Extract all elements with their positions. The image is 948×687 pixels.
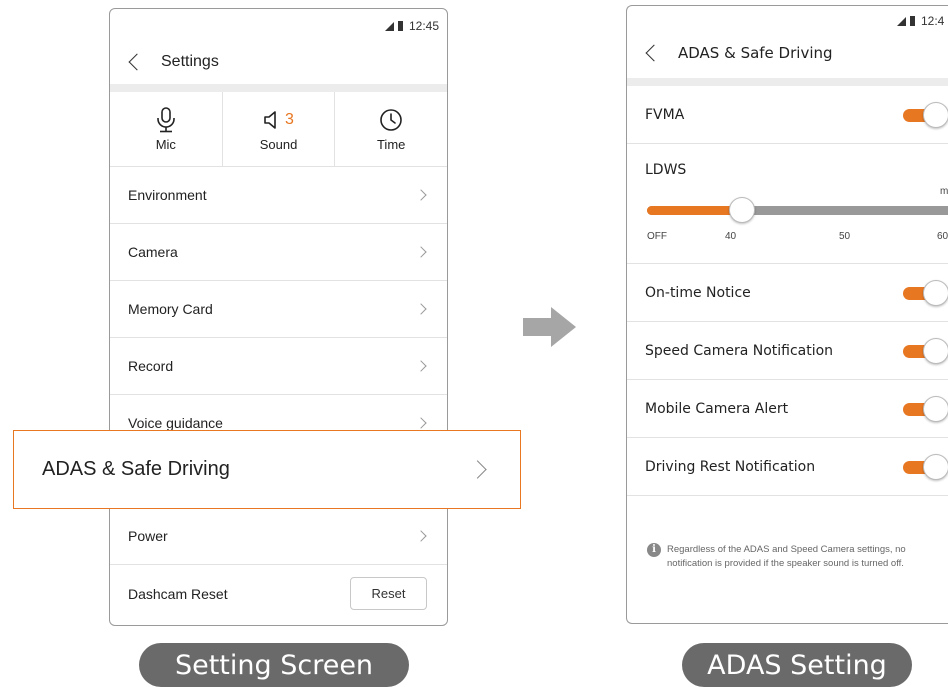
quick-time[interactable]: Time bbox=[335, 92, 447, 166]
info-note: i Regardless of the ADAS and Speed Camer… bbox=[647, 543, 947, 571]
chevron-right-icon bbox=[415, 530, 427, 542]
toggle-knob bbox=[923, 279, 948, 306]
menu-item-label: Environment bbox=[128, 187, 207, 203]
quick-mic[interactable]: Mic bbox=[110, 92, 223, 166]
reset-button[interactable]: Reset bbox=[350, 577, 427, 610]
toggle-knob bbox=[923, 395, 948, 422]
back-icon[interactable] bbox=[128, 53, 146, 70]
menu-item-dashcam-reset: Dashcam Reset Reset bbox=[110, 565, 447, 622]
menu-item-memory-card[interactable]: Memory Card bbox=[110, 281, 447, 338]
menu-item-power[interactable]: Power bbox=[110, 508, 447, 565]
ldws-label: LDWS bbox=[645, 162, 687, 178]
clock-icon bbox=[379, 107, 403, 133]
arrow-right-icon bbox=[523, 307, 576, 347]
battery-icon bbox=[910, 16, 915, 26]
fvma-row: FVMA bbox=[627, 86, 948, 144]
driving-rest-notification-toggle[interactable] bbox=[903, 453, 948, 480]
mobile-camera-alert-row: Mobile Camera Alert bbox=[627, 380, 948, 438]
menu-item-label: Memory Card bbox=[128, 301, 213, 317]
fvma-toggle[interactable] bbox=[903, 101, 948, 128]
status-time: 12:4 bbox=[921, 14, 945, 28]
signal-icon bbox=[384, 21, 394, 31]
ldws-tick-50: 50 bbox=[839, 231, 851, 242]
menu-item-label: Camera bbox=[128, 244, 178, 260]
sound-group: 3 bbox=[263, 107, 294, 133]
fvma-label: FVMA bbox=[645, 106, 685, 123]
quick-mic-label: Mic bbox=[155, 136, 176, 152]
status-bar: 12:4 bbox=[897, 14, 944, 28]
quick-sound[interactable]: 3 Sound bbox=[223, 92, 336, 166]
chevron-right-icon bbox=[415, 303, 427, 315]
ldws-tick-off: OFF bbox=[647, 231, 667, 242]
slider-thumb[interactable] bbox=[729, 197, 755, 223]
back-icon[interactable] bbox=[645, 44, 663, 61]
driving-rest-notification-row: Driving Rest Notification bbox=[627, 438, 948, 496]
on-time-notice-toggle[interactable] bbox=[903, 279, 948, 306]
menu-item-environment[interactable]: Environment bbox=[110, 167, 447, 224]
chevron-right-icon bbox=[415, 189, 427, 201]
menu-item-label: ADAS & Safe Driving bbox=[42, 458, 230, 480]
status-time: 12:45 bbox=[408, 19, 439, 33]
menu-item-label: Record bbox=[128, 358, 174, 374]
divider bbox=[110, 84, 447, 92]
quick-sound-label: Sound bbox=[259, 136, 298, 152]
ldws-tick-40: 40 bbox=[725, 231, 737, 242]
toggle-label: Driving Rest Notification bbox=[645, 458, 816, 475]
speaker-icon bbox=[264, 110, 276, 129]
sound-level: 3 bbox=[285, 110, 294, 128]
chevron-right-icon bbox=[468, 460, 487, 479]
toggle-label: On-time Notice bbox=[645, 284, 751, 301]
menu-item-label: Dashcam Reset bbox=[128, 585, 228, 602]
settings-header: Settings bbox=[110, 39, 447, 84]
info-note-text: Regardless of the ADAS and Speed Camera … bbox=[667, 544, 906, 569]
caption-setting-screen: Setting Screen bbox=[139, 643, 409, 687]
toggle-label: Mobile Camera Alert bbox=[645, 400, 789, 417]
chevron-right-icon bbox=[415, 417, 427, 429]
toggle-label: Speed Camera Notification bbox=[645, 342, 834, 359]
ldws-slider[interactable] bbox=[647, 197, 948, 223]
adas-screen: 12:4 ADAS & Safe Driving FVMA LDWS mph O… bbox=[626, 5, 948, 624]
settings-screen: 12:45 Settings Mic 3 Sound Time Environm… bbox=[109, 8, 448, 626]
status-bar: 12:45 bbox=[384, 19, 439, 33]
toggle-knob bbox=[923, 101, 948, 128]
toggle-knob bbox=[923, 337, 948, 364]
slider-fill bbox=[647, 206, 736, 215]
speed-camera-notification-row: Speed Camera Notification bbox=[627, 322, 948, 380]
quick-settings: Mic 3 Sound Time bbox=[110, 92, 447, 167]
mic-icon bbox=[155, 106, 177, 133]
info-icon: i bbox=[647, 543, 661, 557]
speed-camera-notification-toggle[interactable] bbox=[903, 337, 948, 364]
menu-item-adas-highlight[interactable]: ADAS & Safe Driving bbox=[13, 430, 521, 509]
ldws-tick-60: 60 bbox=[937, 231, 948, 242]
divider bbox=[627, 78, 948, 86]
on-time-notice-row: On-time Notice bbox=[627, 264, 948, 322]
page-title: Settings bbox=[161, 52, 219, 70]
caption-adas-setting: ADAS Setting bbox=[682, 643, 912, 687]
menu-item-label: Power bbox=[128, 528, 168, 544]
menu-item-label: Voice guidance bbox=[128, 415, 223, 431]
page-title: ADAS & Safe Driving bbox=[678, 43, 833, 62]
adas-header: ADAS & Safe Driving bbox=[627, 30, 948, 75]
quick-time-label: Time bbox=[376, 136, 406, 152]
toggle-knob bbox=[923, 453, 948, 480]
chevron-right-icon bbox=[415, 246, 427, 258]
menu-item-camera[interactable]: Camera bbox=[110, 224, 447, 281]
mobile-camera-alert-toggle[interactable] bbox=[903, 395, 948, 422]
signal-icon bbox=[897, 16, 906, 26]
ldws-unit: mph bbox=[940, 186, 948, 197]
menu-item-record[interactable]: Record bbox=[110, 338, 447, 395]
battery-icon bbox=[397, 21, 403, 31]
chevron-right-icon bbox=[415, 360, 427, 372]
